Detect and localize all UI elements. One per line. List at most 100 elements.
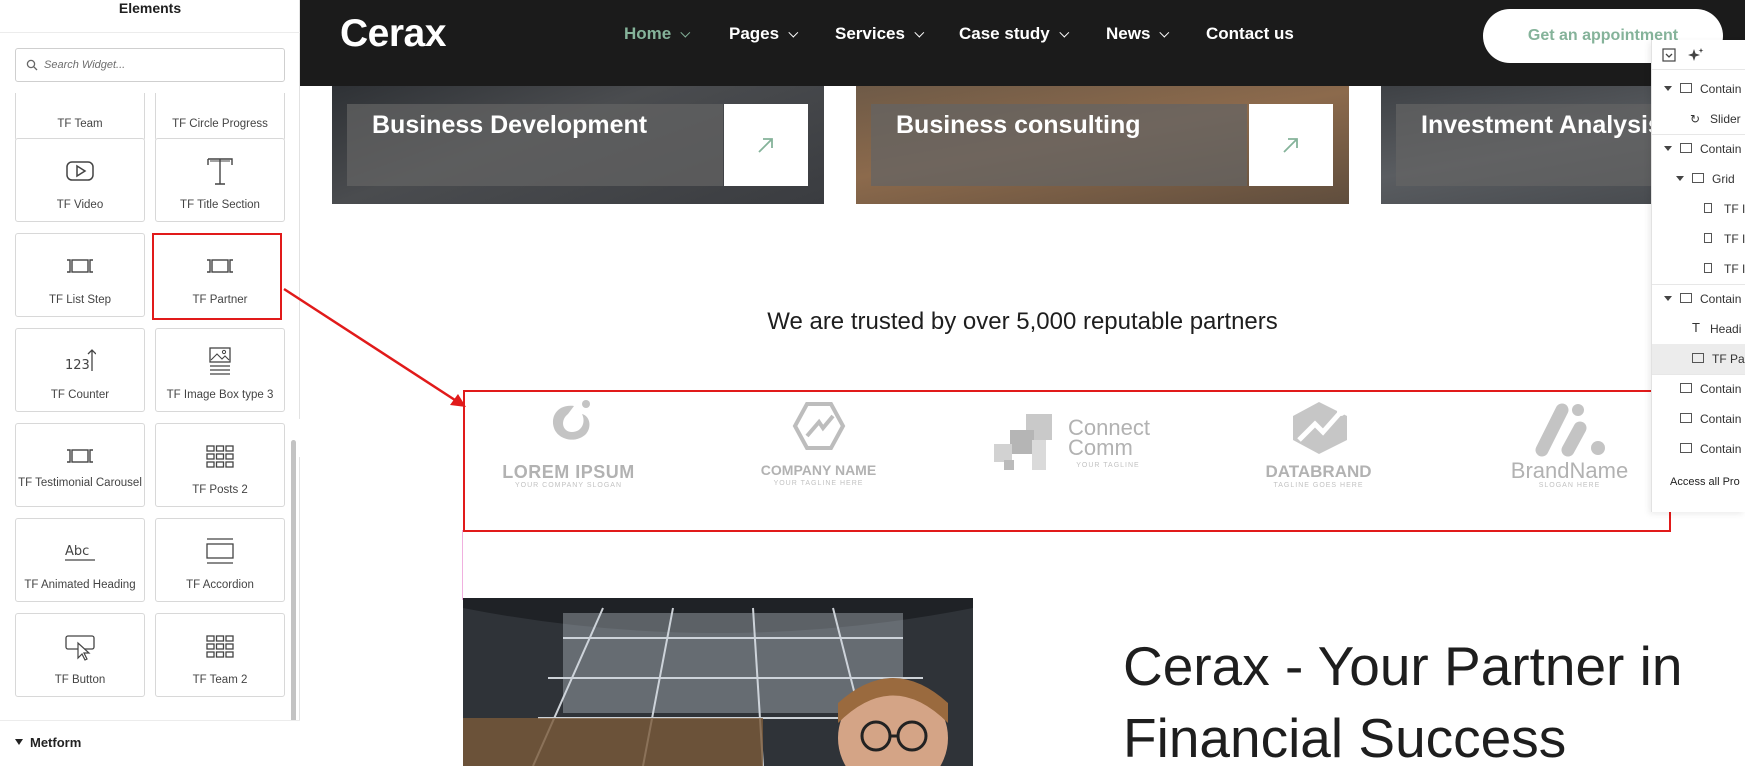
team-grid-icon xyxy=(206,635,234,658)
caret-down-icon xyxy=(1676,176,1684,181)
navigator-row[interactable]: TF I xyxy=(1652,254,1745,284)
service-arrow-button[interactable] xyxy=(724,104,808,186)
hero-image xyxy=(463,598,973,766)
navigator-row-label: Slider xyxy=(1710,112,1741,126)
button-cursor-icon xyxy=(65,635,95,661)
panel-scrollbar[interactable] xyxy=(291,440,296,760)
widget-tf-button[interactable]: TF Button xyxy=(15,613,145,697)
elements-panel: Elements TF Team TF Circle Progress TF V… xyxy=(0,0,300,766)
widget-tf-team[interactable]: TF Team xyxy=(15,93,145,141)
navigator-row-label: Contain xyxy=(1700,82,1742,96)
partner-logo-connect-comm[interactable]: Connect Comm YOUR TAGLINE xyxy=(990,398,1165,498)
search-widget-input[interactable] xyxy=(44,50,278,80)
widget-tf-title-section[interactable]: TF Title Section xyxy=(155,138,285,222)
container-icon xyxy=(1680,293,1692,303)
widget-tf-list-step[interactable]: TF List Step xyxy=(15,233,145,317)
nav-home[interactable]: Home xyxy=(624,24,691,44)
partner-tagline: YOUR COMPANY SLOGAN xyxy=(514,482,623,489)
service-arrow-button[interactable] xyxy=(1249,104,1333,186)
navigator-row[interactable]: TF I xyxy=(1652,194,1745,224)
nav-label: Pages xyxy=(729,24,780,43)
widget-tf-counter[interactable]: 123 TF Counter xyxy=(15,328,145,412)
widget-label: TF Testimonial Carousel xyxy=(18,477,142,489)
navigator-row-selected[interactable]: TF Pa xyxy=(1652,344,1745,374)
nav-label: Contact us xyxy=(1206,24,1294,43)
site-preview: Cerax Home Pages Services Case study New… xyxy=(300,0,1745,766)
partners-heading: We are trusted by over 5,000 reputable p… xyxy=(767,308,1278,335)
nav-case-study[interactable]: Case study xyxy=(959,24,1069,44)
navigator-row-label: Contain xyxy=(1700,142,1742,156)
nav-pages[interactable]: Pages xyxy=(729,24,799,44)
site-logo[interactable]: Cerax xyxy=(340,12,446,56)
navigator-row-label: TF I xyxy=(1724,202,1745,216)
navigator-row[interactable]: ↻ Slider xyxy=(1652,104,1745,134)
widget-tf-team-2[interactable]: TF Team 2 xyxy=(155,613,285,697)
navigator-row[interactable]: TF I xyxy=(1652,224,1745,254)
container-icon xyxy=(1680,413,1692,423)
partner-logo-brandname[interactable]: BrandName SLOGAN HERE xyxy=(1482,398,1657,498)
accordion-icon xyxy=(206,538,234,564)
navigator-row[interactable]: Contain xyxy=(1652,374,1745,404)
widget-tf-circle-progress[interactable]: TF Circle Progress xyxy=(155,93,285,141)
search-widget-box[interactable] xyxy=(15,48,285,82)
navigator-row[interactable]: T Headi xyxy=(1652,314,1745,344)
widget-grid: TF Team TF Circle Progress TF Video TF T… xyxy=(0,93,300,719)
widget-tf-posts-2[interactable]: TF Posts 2 xyxy=(155,423,285,507)
chevron-down-icon xyxy=(1159,27,1170,38)
partner-tagline: YOUR TAGLINE HERE xyxy=(773,480,864,487)
navigator-header xyxy=(1652,40,1745,70)
navigator-row[interactable]: Contain xyxy=(1652,284,1745,314)
carousel-icon xyxy=(67,449,93,463)
widget-tf-animated-heading[interactable]: Abc TF Animated Heading xyxy=(15,518,145,602)
widget-tf-accordion[interactable]: TF Accordion xyxy=(155,518,285,602)
widget-tf-image-box-type-3[interactable]: TF Image Box type 3 xyxy=(155,328,285,412)
container-icon xyxy=(1680,383,1692,393)
navigator-row[interactable]: Contain xyxy=(1652,74,1745,104)
container-icon xyxy=(1680,83,1692,93)
widget-label: TF Animated Heading xyxy=(24,579,136,591)
navigator-row[interactable]: Grid xyxy=(1652,164,1745,194)
caret-down-icon xyxy=(1664,146,1672,151)
hexagon-logo-icon xyxy=(792,402,846,450)
widget-label: TF Accordion xyxy=(186,579,254,591)
navigator-row[interactable]: Contain xyxy=(1652,404,1745,434)
widget-tf-testimonial-carousel[interactable]: TF Testimonial Carousel xyxy=(15,423,145,507)
nav-services[interactable]: Services xyxy=(835,24,925,44)
brandname-logo-icon xyxy=(1535,403,1605,457)
partner-name: BrandName xyxy=(1510,458,1629,483)
navigator-row[interactable]: Contain xyxy=(1652,134,1745,164)
collapse-all-icon[interactable] xyxy=(1662,48,1676,62)
widget-icon xyxy=(1704,233,1712,243)
partner-tagline: SLOGAN HERE xyxy=(1538,482,1601,489)
partner-tagline: TAGLINE GOES HERE xyxy=(1273,482,1364,489)
category-metform[interactable]: Metform xyxy=(0,720,300,766)
counter-icon: 123 xyxy=(65,349,96,373)
nav-contact-us[interactable]: Contact us xyxy=(1206,24,1294,44)
service-title: Investment Analysis xyxy=(1421,111,1662,139)
navigator-row-label: TF I xyxy=(1724,262,1745,276)
category-label: Metform xyxy=(30,735,82,750)
office-photo xyxy=(463,598,973,766)
widget-tf-video[interactable]: TF Video xyxy=(15,138,145,222)
partner-name: Connect Comm xyxy=(1068,417,1168,459)
site-header: Cerax Home Pages Services Case study New… xyxy=(300,0,1745,86)
partner-name: COMPANY NAME xyxy=(760,462,877,478)
svg-text:Abc: Abc xyxy=(65,544,89,559)
hero-title: Cerax - Your Partner in Financial Succes… xyxy=(1123,635,1683,766)
partner-logo-company-name[interactable]: COMPANY NAME YOUR TAGLINE HERE xyxy=(731,398,906,498)
arrow-up-right-icon xyxy=(1283,138,1298,153)
service-card[interactable]: Business consulting xyxy=(856,86,1349,204)
navigator-row[interactable]: Contain xyxy=(1652,434,1745,464)
partner-name: LOREM IPSUM xyxy=(502,462,635,482)
nav-label: Services xyxy=(835,24,905,43)
service-card[interactable]: Business Development xyxy=(332,86,824,204)
partner-logo-lorem-ipsum[interactable]: LOREM IPSUM YOUR COMPANY SLOGAN xyxy=(481,398,656,498)
ai-sparkle-icon[interactable] xyxy=(1688,47,1704,63)
widget-label: TF Posts 2 xyxy=(192,484,248,496)
container-guide-line xyxy=(462,530,463,600)
nav-news[interactable]: News xyxy=(1106,24,1170,44)
navigator-panel: Contain ↻ Slider Contain Grid TF I TF I T… xyxy=(1651,40,1745,512)
partner-logo-databrand[interactable]: DATABRAND TAGLINE GOES HERE xyxy=(1231,398,1406,498)
access-all-pro-link[interactable]: Access all Pro xyxy=(1670,476,1740,488)
partner-name: DATABRAND xyxy=(1265,462,1372,481)
